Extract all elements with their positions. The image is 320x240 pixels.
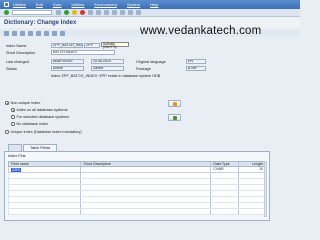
watermark-text: www.vedankatech.com xyxy=(140,25,262,37)
next-page-icon[interactable] xyxy=(128,10,133,15)
index-name-suffix-field[interactable]: ZPP xyxy=(84,43,100,48)
short-desc-row: Short Description xyxy=(6,50,35,55)
sap-logo-icon xyxy=(4,2,9,7)
activate-icon[interactable] xyxy=(44,30,49,36)
radio-non-unique[interactable]: Non-unique index xyxy=(5,101,40,105)
find-next-icon[interactable] xyxy=(104,10,109,15)
menu-item-edit[interactable]: Edit xyxy=(36,2,43,7)
radio-all-db[interactable]: Index on all database systems xyxy=(11,108,68,112)
radio-non-unique-label: Non-unique index xyxy=(10,101,41,105)
print-icon[interactable] xyxy=(88,10,93,15)
radio-all-db-label: Index on all database systems xyxy=(16,108,68,112)
index-name-field[interactable]: ZPP_BATCH_INDEX xyxy=(51,43,83,48)
page-title: Dictionary: Change Index xyxy=(4,20,77,26)
status-label: Status xyxy=(6,66,17,71)
menu-item-utilities-2[interactable]: Utilities xyxy=(71,2,84,7)
command-field[interactable] xyxy=(12,10,52,15)
col-short-desc[interactable]: Short Description xyxy=(81,162,212,166)
forward-arrow-icon[interactable] xyxy=(12,30,17,36)
index-name-row: Index Name xyxy=(6,43,26,48)
radio-selected-db[interactable]: For selected database systems xyxy=(11,115,69,119)
menu-item-system[interactable]: System xyxy=(127,2,140,7)
radio-button[interactable] xyxy=(11,122,15,126)
radio-no-db[interactable]: No database index xyxy=(11,122,48,126)
package-field: $TMP xyxy=(186,66,206,71)
package-row: Package xyxy=(136,66,151,71)
col-data-type[interactable]: Data Type xyxy=(211,162,240,166)
short-desc-label: Short Description xyxy=(6,50,36,55)
index-fields-table: Field name Short Description Data Type L… xyxy=(8,161,266,215)
prev-page-icon[interactable] xyxy=(120,10,125,15)
enter-icon[interactable] xyxy=(4,10,9,15)
save-icon[interactable] xyxy=(56,10,61,15)
radio-unique-label: Unique index (Database index mandatory) xyxy=(10,130,82,134)
other-object-icon[interactable] xyxy=(28,30,33,36)
edit-icon xyxy=(172,115,177,120)
orig-lang-row: Original language xyxy=(136,59,166,64)
short-desc-field[interactable]: BATCH INDEX xyxy=(51,50,115,55)
hierarchy-icon[interactable] xyxy=(60,30,65,36)
col-length[interactable]: Length xyxy=(239,162,265,166)
menu-item-help[interactable]: Help xyxy=(150,2,158,7)
back-arrow-icon[interactable] xyxy=(4,30,9,36)
radio-unique[interactable]: Unique index (Database index mandatory) xyxy=(5,130,82,134)
field-name-cell[interactable]: ZZIS xyxy=(9,167,82,172)
data-type-cell: CHAR xyxy=(211,167,240,172)
back-icon[interactable] xyxy=(64,10,69,15)
vertical-scrollbar[interactable] xyxy=(264,161,267,217)
last-changed-row: Last changed xyxy=(6,59,29,64)
tab-table-fields[interactable]: Table Fields xyxy=(23,144,58,151)
info-row: Index ZPP_BATCH_INDEX~ZPP exists in data… xyxy=(51,73,160,78)
menu-item-environment[interactable]: Environment xyxy=(94,2,116,7)
radio-no-db-label: No database index xyxy=(16,122,49,126)
edit-db-systems-button[interactable] xyxy=(168,114,181,121)
index-name-label: Index Name xyxy=(6,43,27,48)
standard-toolbar xyxy=(0,9,300,17)
field-name-value[interactable]: ZZIS xyxy=(11,167,21,172)
status-saved-field: Saved xyxy=(91,66,124,71)
orig-lang-label: Original language xyxy=(136,59,166,64)
find-icon[interactable] xyxy=(96,10,101,15)
status-field: Active xyxy=(51,66,84,71)
exit-icon[interactable] xyxy=(72,10,77,15)
last-changed-date-field: 10.06.2024 xyxy=(91,59,124,64)
activate-tooltip: Activate (Ctrl+F3) xyxy=(101,42,129,49)
table-row[interactable] xyxy=(8,209,266,215)
radio-button[interactable] xyxy=(11,115,15,119)
menu-item-utilities[interactable]: Utilities xyxy=(13,2,26,7)
short-desc-cell xyxy=(81,167,212,172)
tab-first[interactable] xyxy=(8,144,22,151)
radio-button-selected[interactable] xyxy=(5,101,9,105)
length-cell: 10 xyxy=(259,167,263,171)
where-used-icon[interactable] xyxy=(52,30,57,36)
col-field-name[interactable]: Field name xyxy=(9,162,82,166)
orig-lang-field: EN xyxy=(186,59,206,64)
folder-icon xyxy=(172,101,177,106)
index-fields-panel: Index Flds Field name Short Description … xyxy=(4,151,270,221)
last-page-icon[interactable] xyxy=(136,10,141,15)
panel-title: Index Flds xyxy=(8,154,26,158)
last-changed-user-field: ABAPUSER xyxy=(51,59,84,64)
package-label: Package xyxy=(136,66,151,71)
radio-button[interactable] xyxy=(5,130,9,134)
status-row: Status xyxy=(6,66,17,71)
menu-bar: Utilities Edit Goto Utilities Environmen… xyxy=(0,0,300,9)
cancel-icon[interactable] xyxy=(80,10,85,15)
radio-selected-db-label: For selected database systems xyxy=(16,115,70,119)
tab-strip: Table Fields xyxy=(8,144,58,151)
menu-item-goto[interactable]: Goto xyxy=(53,2,62,7)
info-text: Index ZPP_BATCH_INDEX~ZPP exists in data… xyxy=(51,73,161,78)
first-page-icon[interactable] xyxy=(112,10,117,15)
last-changed-label: Last changed xyxy=(6,59,29,64)
check-icon[interactable] xyxy=(36,30,41,36)
display-change-icon[interactable] xyxy=(20,30,25,36)
radio-button-selected[interactable] xyxy=(11,108,15,112)
db-systems-button[interactable] xyxy=(168,100,181,107)
